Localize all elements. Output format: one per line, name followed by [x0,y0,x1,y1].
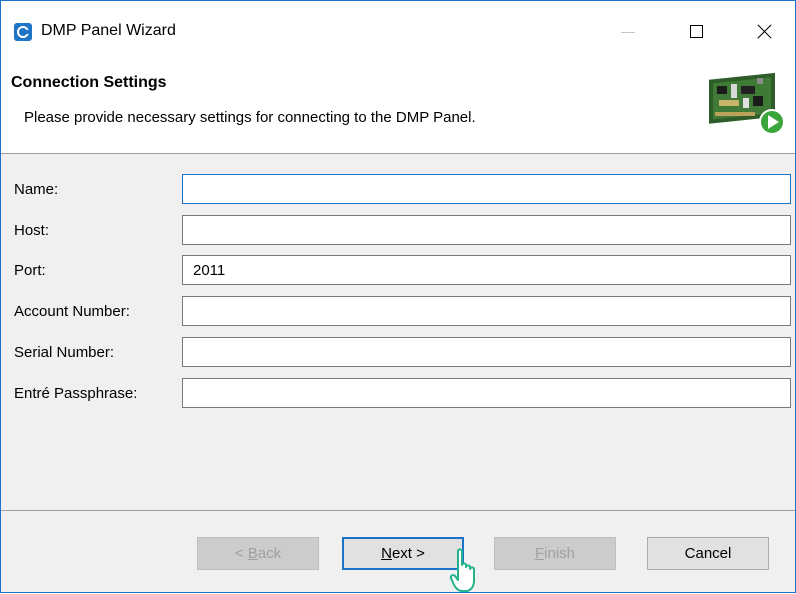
page-description: Please provide necessary settings for co… [24,109,476,126]
name-label: Name: [14,181,59,198]
close-button[interactable] [744,1,795,63]
footer-divider [1,510,795,511]
form-row-port: Port: [1,254,795,288]
serial-number-input[interactable] [182,337,791,367]
host-label: Host: [14,222,50,239]
passphrase-label: Entré Passphrase: [14,385,138,402]
finish-mnemonic: F [534,545,545,562]
passphrase-input[interactable] [182,378,791,408]
form-row-serial-number: Serial Number: [1,336,795,370]
host-input[interactable] [182,215,791,245]
port-input[interactable] [182,255,791,285]
title-bar[interactable]: DMP Panel Wizard [1,1,795,63]
maximize-button[interactable] [672,1,724,63]
form-row-host: Host: [1,214,795,248]
form-row-name: Name: [1,173,795,207]
next-button[interactable]: Next > [342,537,464,570]
app-logo-icon [14,23,32,41]
account-number-label: Account Number: [14,303,130,320]
cancel-button[interactable]: Cancel [647,537,769,570]
finish-button[interactable]: Finish [494,537,616,570]
form-row-account-number: Account Number: [1,295,795,329]
wizard-header: Connection Settings Please provide neces… [1,63,795,154]
wizard-window: DMP Panel Wizard Connection Settings Ple… [0,0,796,593]
dmp-panel-image [709,72,785,135]
serial-number-label: Serial Number: [14,344,115,361]
form-row-passphrase: Entré Passphrase: [1,377,795,411]
back-prefix: < [234,545,248,562]
window-title: DMP Panel Wizard [41,22,176,39]
close-icon [757,24,772,39]
next-mnemonic: N [381,545,392,562]
page-title: Connection Settings [11,74,167,91]
name-input[interactable] [182,174,791,204]
minimize-icon [621,32,635,33]
maximize-icon [690,25,703,38]
account-number-input[interactable] [182,296,791,326]
minimize-button[interactable] [604,1,656,63]
back-label-rest: ack [257,545,282,562]
finish-label-rest: inish [544,545,576,562]
hand-pointer-icon [449,548,475,592]
back-button[interactable]: < Back [197,537,319,570]
port-label: Port: [14,262,46,279]
next-label-rest: ext > [391,545,425,562]
back-mnemonic: B [247,545,258,562]
